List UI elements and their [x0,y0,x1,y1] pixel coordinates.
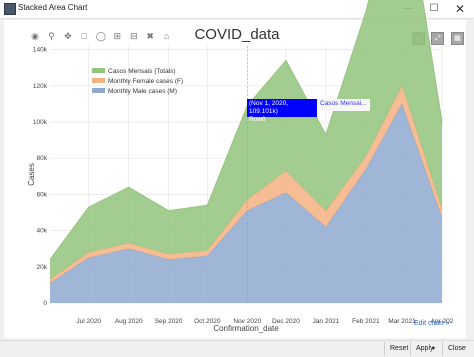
legend-swatch [92,78,105,83]
close-button[interactable]: Close [444,343,470,355]
legend-label: Monthly Male cases (M) [108,88,177,95]
x-tick-label: Aug 2020 [115,318,143,325]
tooltip-box: (Nov 1, 2020, 109.101k) Row6 [247,99,317,123]
reset-button[interactable]: Reset [386,343,412,355]
x-axis-title: Confirmation_date [213,324,279,333]
legend-swatch [92,68,105,73]
tooltip-value: (Nov 1, 2020, 109.101k) [249,100,289,115]
y-tick-label: 20k [37,264,48,271]
y-tick-label: 80k [37,155,48,162]
legend-label: Casos Mensais (Totals) [108,68,176,75]
x-tick-label: Sep 2020 [155,318,183,325]
legend-swatch [92,88,105,93]
y-axis-title: Cases [27,163,36,186]
separator [410,342,411,356]
dialog-button-bar: Reset Apply ▾ Close [0,340,474,357]
y-tick-label: 120k [33,83,48,90]
tooltip-series-name: Casos Mensai... [317,99,370,111]
legend-label: Monthly Female cases (F) [108,78,183,85]
y-tick-label: 100k [33,119,48,126]
y-tick-label: 0 [43,300,47,307]
apply-dropdown-icon[interactable]: ▾ [428,343,439,355]
separator [384,342,385,356]
stacked-area-chart: 0 20k 40k 60k 80k 100k 120k 140k Jul 2020 Aug 202… [27,0,454,333]
edit-chart-link[interactable]: Edit chart » [414,320,449,327]
x-tick-label: Mar 2021 [388,318,416,325]
y-tick-label: 140k [33,47,48,54]
separator [442,342,443,356]
x-tick-label: Jan 2021 [313,318,340,325]
y-tick-label: 40k [37,228,48,235]
x-tick-label: Feb 2021 [352,318,380,325]
x-tick-label: Jul 2020 [76,318,101,325]
y-tick-label: 60k [37,191,48,198]
tooltip-row: Row6 [249,116,266,123]
